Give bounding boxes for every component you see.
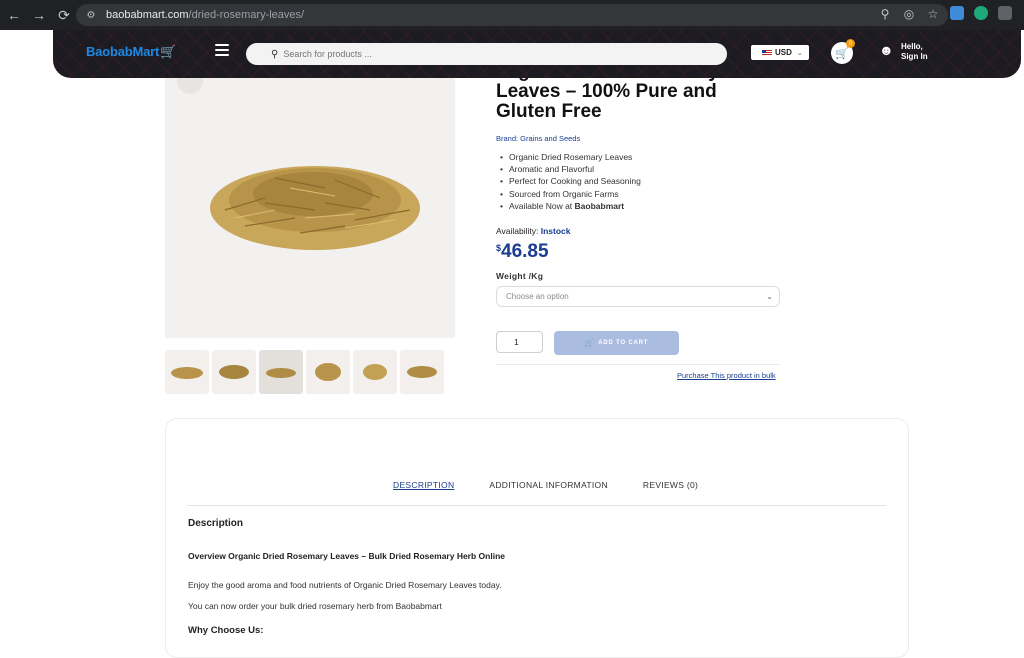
logo-cart-icon: 🛒: [160, 44, 177, 59]
cart-icon: 🛒: [835, 47, 849, 60]
address-bar[interactable]: ⚙ baobabmart.com/dried-rosemary-leaves/ …: [76, 4, 948, 26]
tab-additional-information[interactable]: ADDITIONAL INFORMATION: [489, 480, 608, 490]
reload-icon[interactable]: ⟳: [53, 4, 75, 26]
thumbnail-3[interactable]: [259, 350, 303, 394]
user-account-icon[interactable]: ☻: [879, 42, 894, 58]
weight-select[interactable]: Choose an option ⌄: [496, 286, 780, 307]
divider: [496, 364, 780, 365]
hide-eye-icon[interactable]: ◎: [902, 7, 916, 21]
feature-item: Available Now at Baobabmart: [500, 200, 641, 212]
product-tabs-panel: [165, 418, 909, 658]
zoom-icon[interactable]: ⚲: [878, 7, 892, 21]
download-extension-icon[interactable]: [950, 6, 964, 20]
back-icon[interactable]: ←: [3, 4, 25, 26]
product-tabs: DESCRIPTION ADDITIONAL INFORMATION REVIE…: [393, 480, 733, 490]
thumbnail-2[interactable]: [212, 350, 256, 394]
product-title-wrapper: Organic Dried Rosemary Leaves – 100% Pur…: [496, 78, 796, 128]
search-input[interactable]: [283, 49, 684, 59]
tab-description[interactable]: DESCRIPTION: [393, 480, 454, 490]
tabs-divider: [187, 505, 886, 506]
sign-in-link[interactable]: Hello, Sign In: [901, 42, 928, 62]
rosemary-pile-image: [210, 166, 420, 250]
thumbnail-5[interactable]: [353, 350, 397, 394]
thumbnail-1[interactable]: [165, 350, 209, 394]
quantity-input[interactable]: 1: [496, 331, 543, 353]
thumbnail-gallery: [165, 350, 444, 394]
cart-count-badge: 0: [846, 39, 855, 48]
site-info-icon[interactable]: ⚙: [84, 8, 98, 22]
description-heading: Description: [188, 518, 244, 529]
hamburger-menu-icon[interactable]: [215, 44, 229, 56]
zoom-button[interactable]: [177, 78, 203, 94]
tab-reviews[interactable]: REVIEWS (0): [643, 480, 698, 490]
availability-status: Availability: Instock: [496, 226, 571, 236]
chevron-down-icon: ⌄: [796, 49, 803, 57]
grammarly-extension-icon[interactable]: [974, 6, 988, 20]
feature-item: Sourced from Organic Farms: [500, 188, 641, 200]
bulk-purchase-link[interactable]: Purchase This product in bulk: [677, 371, 776, 380]
extensions-puzzle-icon[interactable]: [998, 6, 1012, 20]
overview-heading: Overview Organic Dried Rosemary Leaves –…: [188, 551, 505, 561]
currency-selector[interactable]: USD ⌄: [751, 45, 809, 60]
weight-label: Weight /Kg: [496, 271, 544, 281]
description-paragraph: You can now order your bulk dried rosema…: [188, 601, 442, 611]
description-paragraph: Enjoy the good aroma and food nutrients …: [188, 580, 502, 590]
currency-label: USD: [775, 48, 792, 57]
bookmark-star-icon[interactable]: ☆: [926, 7, 940, 21]
feature-list: Organic Dried Rosemary Leaves Aromatic a…: [500, 151, 641, 212]
thumbnail-6[interactable]: [400, 350, 444, 394]
feature-item: Perfect for Cooking and Seasoning: [500, 175, 641, 187]
chevron-down-icon: ⌄: [766, 292, 773, 301]
url-text[interactable]: baobabmart.com/dried-rosemary-leaves/: [106, 9, 304, 21]
thumbnail-4[interactable]: [306, 350, 350, 394]
search-bar[interactable]: ⚲: [246, 43, 727, 65]
browser-toolbar: ← → ⟳ ⚙ baobabmart.com/dried-rosemary-le…: [0, 0, 1024, 30]
product-brand[interactable]: Brand: Grains and Seeds: [496, 134, 580, 143]
cart-icon: 🛒: [584, 340, 595, 347]
product-main-image[interactable]: [165, 78, 455, 338]
forward-icon[interactable]: →: [28, 4, 50, 26]
site-header: BaobabMart🛒 ⚲ USD ⌄ 🛒 0 ☻ Hello, Sign In: [53, 30, 1021, 78]
product-price: $46.85: [496, 241, 549, 262]
feature-item: Aromatic and Flavorful: [500, 163, 641, 175]
feature-item: Organic Dried Rosemary Leaves: [500, 151, 641, 163]
add-to-cart-button[interactable]: 🛒 ADD TO CART: [554, 331, 679, 355]
us-flag-icon: [762, 49, 772, 56]
why-choose-us-heading: Why Choose Us:: [188, 625, 264, 636]
product-title: Organic Dried Rosemary Leaves – 100% Pur…: [496, 78, 719, 122]
site-logo[interactable]: BaobabMart🛒: [86, 44, 176, 60]
search-icon: ⚲: [271, 48, 279, 60]
